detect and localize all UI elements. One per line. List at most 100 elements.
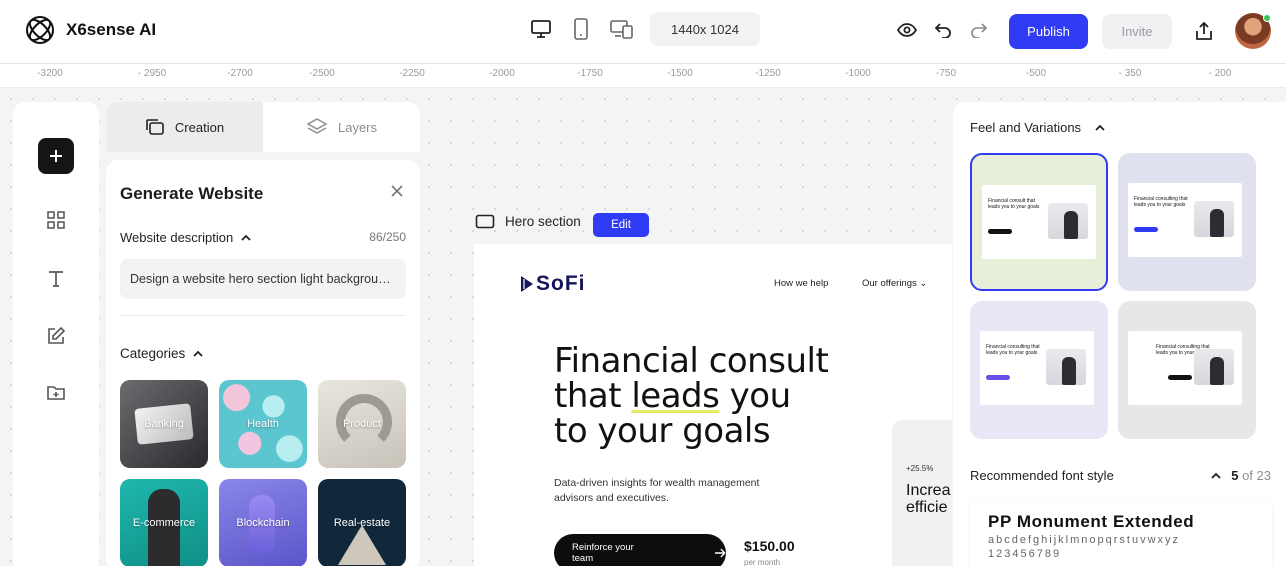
share-icon <box>1196 21 1212 40</box>
hero-subtitle: Data-driven insights for wealth manageme… <box>554 477 760 504</box>
tool-rail <box>13 102 99 566</box>
invite-button[interactable]: Invite <box>1102 14 1172 49</box>
frame-label[interactable]: Hero section <box>475 214 581 229</box>
variation-card-3[interactable]: Financial consulting that leads you to y… <box>970 301 1108 439</box>
category-health[interactable]: Health <box>219 380 307 468</box>
preview-person <box>1064 211 1078 239</box>
headline-highlight: leads <box>631 376 720 416</box>
side-card-text: Increa comp efficie <box>906 482 952 516</box>
undo-button[interactable] <box>932 19 954 41</box>
grid-icon <box>47 211 65 229</box>
responsive-view-button[interactable] <box>609 16 635 42</box>
desktop-view-button[interactable] <box>528 16 554 42</box>
ruler-tick: - 200 <box>1208 68 1232 79</box>
arrow-right-icon <box>715 548 726 558</box>
assets-tool[interactable] <box>44 380 68 404</box>
hero-cta-button[interactable]: Reinforce your team <box>554 534 726 566</box>
category-real-estate[interactable]: Real-estate <box>318 479 406 566</box>
app-title: X6sense AI <box>66 20 157 39</box>
category-blockchain[interactable]: Blockchain <box>219 479 307 566</box>
nav-how-we-help[interactable]: How we help <box>774 278 828 289</box>
hero-section-frame[interactable]: SoFi How we help Our offerings ⌄ Financi… <box>474 244 952 566</box>
ruler-tick: -2000 <box>489 68 515 79</box>
redo-icon <box>971 23 988 38</box>
headline-line: Financial consult <box>554 341 829 381</box>
ruler-tick: -750 <box>935 68 957 79</box>
variation-preview-text: Financial consulting that leads you to y… <box>986 344 1040 356</box>
variations-title: Feel and Variations <box>970 120 1082 135</box>
website-description-input[interactable] <box>120 259 406 299</box>
preview-button[interactable] <box>896 19 918 41</box>
desktop-icon <box>531 20 551 38</box>
frame-side-card[interactable]: +25.5% Increa comp efficie <box>892 420 952 566</box>
headline-line: to your goals <box>554 411 771 451</box>
horizontal-ruler: -3200 - 2950 -2700 -2500 -2250 -2000 -17… <box>0 64 1286 88</box>
text-tool[interactable] <box>44 266 68 290</box>
mobile-view-button[interactable] <box>568 16 594 42</box>
category-product[interactable]: Product <box>318 380 406 468</box>
close-icon[interactable] <box>390 184 404 198</box>
category-label: Product <box>343 418 381 430</box>
category-banking[interactable]: Banking <box>120 380 208 468</box>
sofi-logo-icon <box>521 276 533 292</box>
publish-button[interactable]: Publish <box>1009 14 1088 49</box>
chevron-up-icon <box>193 350 203 357</box>
text-icon <box>49 271 63 287</box>
category-label: Blockchain <box>236 517 290 529</box>
description-section-toggle[interactable]: Website description <box>120 230 251 245</box>
tab-creation-label: Creation <box>174 119 225 135</box>
ruler-tick: -2500 <box>309 68 335 79</box>
hero-headline: Financial consult that leads you to your… <box>554 344 914 449</box>
redo-button[interactable] <box>968 19 990 41</box>
variation-preview: Financial consulting that leads you to y… <box>1128 331 1242 405</box>
ruler-tick: - 350 <box>1118 68 1142 79</box>
variation-preview: Financial consulting that leads you to y… <box>980 331 1094 405</box>
frame-icon <box>475 214 495 229</box>
generate-website-panel: Generate Website Website description 86/… <box>106 160 420 566</box>
variations-panel: Feel and Variations Financial consult th… <box>953 102 1286 566</box>
add-element-button[interactable] <box>38 138 74 174</box>
category-label: Real-estate <box>333 517 391 529</box>
plus-icon <box>50 150 62 162</box>
category-ecommerce[interactable]: E-commerce <box>120 479 208 566</box>
preview-button-shape <box>988 229 1012 234</box>
site-logo-text: SoFi <box>536 272 586 295</box>
variation-card-1[interactable]: Financial consult that leads you to your… <box>970 153 1108 291</box>
chevron-up-icon <box>1095 124 1105 131</box>
hero-price: $150.00 <box>744 538 795 554</box>
font-alphabet-sample: abcdefghijklmnopqrstuvwxyz <box>988 534 1181 546</box>
chevron-down-icon: ⌄ <box>919 278 928 289</box>
headline-part: you <box>719 376 791 416</box>
categories-section-toggle[interactable]: Categories <box>120 346 203 361</box>
font-preview-card[interactable]: PP Monument Extended abcdefghijklmnopqrs… <box>970 500 1272 566</box>
font-digits-sample: 123456789 <box>988 548 1062 560</box>
headline-part: that <box>554 376 632 416</box>
description-char-count: 86/250 <box>369 230 406 244</box>
variation-card-4[interactable]: Financial consulting that leads you to y… <box>1118 301 1256 439</box>
online-status-dot <box>1263 14 1271 22</box>
chevron-up-icon[interactable] <box>1211 472 1221 479</box>
canvas-size-selector[interactable]: 1440x 1024 <box>650 12 760 46</box>
divider <box>120 315 406 316</box>
tab-creation[interactable]: Creation <box>106 102 263 152</box>
variation-card-2[interactable]: Financial consulting that leads you to y… <box>1118 153 1256 291</box>
preview-button-shape <box>986 375 1010 380</box>
variations-section-toggle[interactable]: Feel and Variations <box>970 120 1105 135</box>
components-tool[interactable] <box>44 208 68 232</box>
ruler-tick: -2250 <box>399 68 425 79</box>
description-label: Website description <box>120 230 234 245</box>
edit-frame-button[interactable]: Edit <box>593 213 649 237</box>
ruler-tick: -1250 <box>755 68 781 79</box>
hero-price-period: per month <box>744 558 781 566</box>
tab-layers[interactable]: Layers <box>263 102 420 152</box>
edit-tool[interactable] <box>44 324 68 348</box>
tab-layers-label: Layers <box>337 119 378 135</box>
creation-icon <box>146 119 164 135</box>
nav-our-offerings[interactable]: Our offerings ⌄ <box>862 278 927 289</box>
font-pager: 5 of 23 <box>1211 468 1271 483</box>
categories-label: Categories <box>120 346 186 361</box>
share-button[interactable] <box>1193 20 1215 42</box>
mobile-icon <box>574 18 588 40</box>
chevron-up-icon <box>241 234 251 241</box>
ruler-tick: -1000 <box>845 68 871 79</box>
